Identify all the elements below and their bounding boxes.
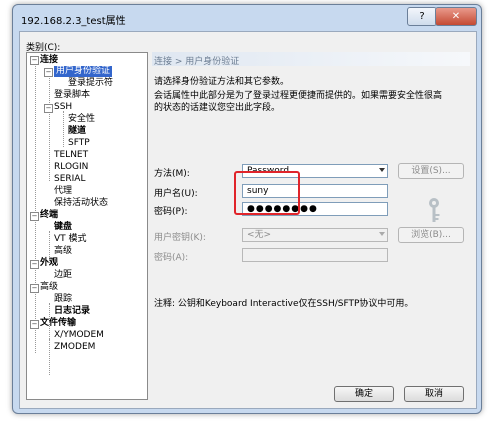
highlight-box [234,171,300,215]
dropdown-arrow-icon [379,168,385,172]
tree-item-terminal[interactable]: 终端 [40,210,58,221]
collapse-icon[interactable]: − [30,56,39,65]
browse-button[interactable]: 浏览(B)... [398,227,464,243]
tree-item-security[interactable]: 安全性 [68,114,95,125]
collapse-icon[interactable]: − [30,320,39,329]
tree-item-login-script[interactable]: 登录脚本 [54,90,90,101]
collapse-icon[interactable]: − [30,284,39,293]
collapse-icon[interactable]: − [44,68,53,77]
cancel-button[interactable]: 取消 [404,386,464,402]
tree-item-serial[interactable]: SERIAL [54,174,85,185]
tree-item-file-transfer[interactable]: 文件传输 [40,318,76,329]
title-bar: 192.168.2.3_test属性 ? ✕ [13,5,481,31]
collapse-icon[interactable]: − [30,212,39,221]
tree-item-xymodem[interactable]: X/YMODEM [54,330,104,341]
tree-item-ssh[interactable]: SSH [54,102,72,113]
tree-item-term-advanced[interactable]: 高级 [54,246,72,257]
tree-item-telnet[interactable]: TELNET [54,150,88,161]
tree-line [35,61,36,353]
tree-line [63,111,64,147]
tree-item-sftp[interactable]: SFTP [68,138,90,149]
dropdown-arrow-icon [379,232,385,236]
settings-button[interactable]: 设置(S)... [398,163,464,179]
tree-item-keyboard[interactable]: 键盘 [54,222,72,233]
userkey-label: 用户密钥(K): [154,233,206,243]
passphrase-label: 密码(A): [154,253,189,263]
tree-item-rlogin[interactable]: RLOGIN [54,162,88,173]
tree-item-margin[interactable]: 边距 [54,270,72,281]
method-label: 方法(M): [154,169,190,179]
dialog-body: 类别(C): − 连接 − 用户身份验证 登录提示符 登录脚本 − SSH 安全… [19,31,477,409]
username-label: 用户名(U): [154,189,198,199]
tree-item-vt-mode[interactable]: VT 模式 [54,234,87,245]
passphrase-input[interactable] [242,248,388,262]
tree-item-keepalive[interactable]: 保持活动状态 [54,198,108,209]
tree-item-advanced[interactable]: 高级 [40,282,58,293]
description-line-3: 的状态的话建议您空出此字段。 [154,103,281,113]
tree-item-tunnel[interactable]: 隧道 [68,126,86,137]
tree-item-trace[interactable]: 跟踪 [54,294,72,305]
panel-header-text: 连接 > 用户身份验证 [154,57,240,67]
ok-button[interactable]: 确定 [334,386,394,402]
collapse-icon[interactable]: − [44,104,53,113]
help-button[interactable]: ? [407,7,437,26]
properties-dialog: 192.168.2.3_test属性 ? ✕ 类别(C): − 连接 − 用户身… [12,4,482,414]
tree-item-connection[interactable]: 连接 [40,55,58,66]
category-tree[interactable]: − 连接 − 用户身份验证 登录提示符 登录脚本 − SSH 安全性 隧道 SF… [26,52,148,400]
close-button[interactable]: ✕ [435,7,477,26]
tree-line [49,339,50,375]
userkey-value: <无> [247,230,272,240]
tree-item-zmodem[interactable]: ZMODEM [54,342,95,353]
tree-item-login-prompt[interactable]: 登录提示符 [68,78,113,89]
password-label: 密码(P): [154,207,188,217]
tree-line [49,75,50,181]
collapse-icon[interactable]: − [30,260,39,269]
tree-item-auth[interactable]: 用户身份验证 [54,66,113,77]
note-text: 注释: 公钥和Keyboard Interactive仅在SSH/SFTP协议中… [154,299,414,309]
tree-item-appearance[interactable]: 外观 [40,258,58,269]
userkey-select[interactable]: <无> [242,228,388,242]
description-line-1: 请选择身份验证方法和其它参数。 [154,77,290,87]
settings-panel: 连接 > 用户身份验证 请选择身份验证方法和其它参数。 会话属性中此部分是为了登… [152,52,470,398]
tree-item-logging[interactable]: 日志记录 [54,306,90,317]
window-title: 192.168.2.3_test属性 [21,16,126,27]
panel-header: 连接 > 用户身份验证 [152,52,470,67]
key-icon [429,198,440,222]
tree-item-proxy[interactable]: 代理 [54,186,72,197]
